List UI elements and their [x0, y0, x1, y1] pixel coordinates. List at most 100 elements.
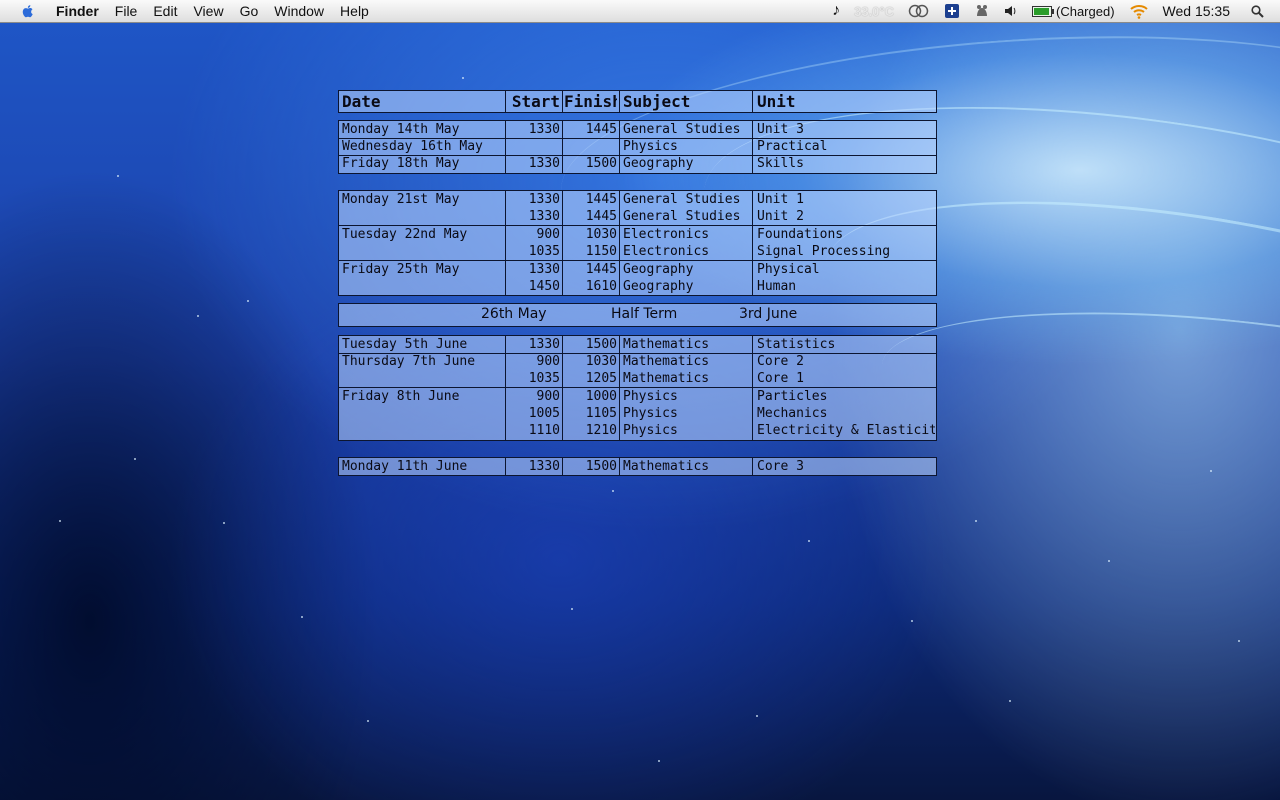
exam-start: 900	[536, 354, 560, 369]
exam-date: Monday 14th May	[342, 122, 460, 137]
exam-unit: Mechanics	[757, 406, 828, 421]
exam-finish: 1445	[585, 122, 617, 137]
exam-start: 1330	[528, 122, 560, 137]
exam-subject: Mathematics	[623, 354, 710, 369]
exam-subject: Geography	[623, 156, 694, 171]
exam-date: Wednesday 16th May	[342, 139, 483, 154]
exam-subject: Physics	[623, 389, 678, 404]
spotlight-icon[interactable]	[1251, 4, 1264, 18]
exam-subject: Mathematics	[623, 371, 710, 386]
exam-start: 1330	[528, 262, 560, 277]
table-row: 1110 1210 Physics Electricity & Elastici…	[339, 422, 936, 439]
menu-extras: ♪ 33.0°C (Charged) Wed 15:35	[825, 0, 1280, 22]
exam-finish: 1500	[585, 459, 617, 474]
exam-subject: General Studies	[623, 209, 741, 224]
exam-finish: 1445	[585, 262, 617, 277]
exam-date	[342, 405, 502, 422]
exam-finish: 1030	[585, 354, 617, 369]
exam-finish: 1445	[585, 192, 617, 207]
exam-subject: Mathematics	[623, 459, 710, 474]
exam-start: 900	[536, 227, 560, 242]
week-block-4: Monday 11th June 1330 1500 Mathematics C…	[338, 457, 937, 476]
exam-start: 1035	[528, 371, 560, 386]
table-row: Monday 11th June 1330 1500 Mathematics C…	[339, 458, 936, 475]
menu-view[interactable]: View	[185, 0, 231, 22]
exam-unit: Unit 3	[757, 122, 804, 137]
half-term-from: 26th May	[481, 306, 547, 322]
week-block-3: Tuesday 5th June 1330 1500 Mathematics S…	[338, 335, 937, 441]
menu-help[interactable]: Help	[332, 0, 377, 22]
exam-unit: Unit 1	[757, 192, 804, 207]
exam-unit: Core 1	[757, 371, 804, 386]
week-block-2: Monday 21st May 1330 1445 General Studie…	[338, 190, 937, 296]
exam-start: 1330	[528, 337, 560, 352]
exam-unit: Unit 2	[757, 209, 804, 224]
header-date: Date	[342, 92, 381, 111]
menu-window[interactable]: Window	[266, 0, 332, 22]
half-term-label: Half Term	[611, 306, 678, 322]
exam-subject: General Studies	[623, 192, 741, 207]
table-row: Monday 14th May 1330 1445 General Studie…	[339, 121, 936, 138]
exam-subject: Electronics	[623, 244, 710, 259]
exam-subject: Physics	[623, 406, 678, 421]
exam-finish: 1500	[585, 156, 617, 171]
menu-go[interactable]: Go	[232, 0, 267, 22]
exam-subject: Physics	[623, 139, 678, 154]
exam-start: 1005	[528, 406, 560, 421]
app-menu-finder[interactable]: Finder	[48, 0, 107, 22]
exam-finish: 1105	[585, 406, 617, 421]
exam-date: Friday 8th June	[342, 389, 460, 404]
exam-date: Monday 11th June	[342, 459, 468, 474]
battery-status[interactable]: (Charged)	[1032, 4, 1115, 19]
exam-start: 1330	[528, 156, 560, 171]
growl-icon[interactable]	[974, 3, 990, 19]
exam-finish: 1205	[585, 371, 617, 386]
apple-icon[interactable]	[20, 3, 36, 19]
table-row: 1035 1205 Mathematics Core 1	[339, 370, 936, 387]
exam-start: 1330	[528, 192, 560, 207]
week-block-1: Monday 14th May 1330 1445 General Studie…	[338, 120, 937, 174]
exam-start	[507, 138, 560, 155]
exam-subject: General Studies	[623, 122, 741, 137]
table-row: Tuesday 22nd May 900 1030 Electronics Fo…	[339, 226, 936, 243]
temperature-readout[interactable]: 33.0°C	[854, 4, 894, 19]
exam-date: Tuesday 22nd May	[342, 227, 468, 242]
exam-finish: 1610	[585, 279, 617, 294]
timetable-header: Date Start Finish Subject Unit	[338, 90, 937, 113]
exam-start: 900	[536, 389, 560, 404]
exam-finish: 1000	[585, 389, 617, 404]
exam-date	[342, 422, 502, 439]
half-term-banner: 26th May Half Term 3rd June	[338, 303, 937, 327]
sync-icon[interactable]	[908, 4, 930, 18]
music-note-icon[interactable]: ♪	[832, 2, 840, 20]
exam-subject: Electronics	[623, 227, 710, 242]
exam-unit: Human	[757, 279, 797, 294]
wifi-icon[interactable]	[1129, 3, 1149, 19]
table-row: Monday 21st May 1330 1445 General Studie…	[339, 191, 936, 208]
exam-unit: Core 2	[757, 354, 804, 369]
exam-date: Friday 18th May	[342, 156, 460, 171]
dashboard-icon[interactable]	[944, 3, 960, 19]
header-unit: Unit	[757, 92, 796, 111]
clock[interactable]: Wed 15:35	[1163, 3, 1230, 19]
table-row: 1035 1150 Electronics Signal Processing	[339, 243, 936, 260]
exam-start: 1450	[528, 279, 560, 294]
volume-icon[interactable]	[1004, 4, 1018, 18]
exam-start: 1035	[528, 244, 560, 259]
exam-unit: Electricity & Elasticity	[757, 423, 935, 438]
exam-finish: 1445	[585, 209, 617, 224]
exam-unit: Statistics	[757, 337, 836, 352]
header-start: Start	[511, 92, 560, 111]
table-row: Wednesday 16th May Physics Practical	[339, 138, 936, 155]
exam-date	[342, 278, 502, 295]
exam-subject: Geography	[623, 262, 694, 277]
menu-file[interactable]: File	[107, 0, 146, 22]
battery-label: (Charged)	[1056, 3, 1115, 19]
header-finish: Finish	[564, 92, 617, 111]
exam-unit: Physical	[757, 262, 820, 277]
exam-unit: Signal Processing	[757, 244, 891, 259]
menu-edit[interactable]: Edit	[145, 0, 185, 22]
exam-finish: 1210	[585, 423, 617, 438]
menu-bar: Finder File Edit View Go Window Help ♪ 3…	[0, 0, 1280, 23]
exam-date: Friday 25th May	[342, 262, 460, 277]
